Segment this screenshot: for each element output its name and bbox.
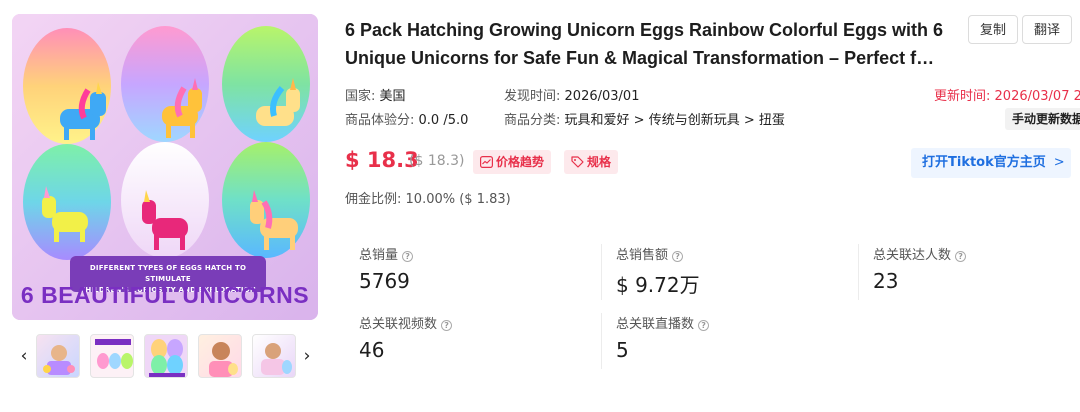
meta-category-label: 商品分类: [504, 113, 561, 128]
chevron-right-icon[interactable]: › [297, 346, 317, 366]
open-tiktok-link[interactable]: 打开Tiktok官方主页 > [911, 148, 1071, 178]
trend-chart-icon [480, 156, 494, 169]
copy-button[interactable]: 复制 [968, 15, 1019, 44]
meta-update-time: 更新时间: 2026/03/07 23 [934, 85, 1080, 104]
product-title: 6 Pack Hatching Growing Unicorn Eggs Rai… [345, 20, 944, 68]
info-circle-icon[interactable]: ? [441, 320, 453, 331]
stat-label-text: 总关联直播数 [616, 317, 695, 332]
commission-label: 佣金比例: [345, 192, 402, 207]
stat-total-lives: 总关联直播数? 5 [616, 313, 710, 362]
thumbnail-5[interactable] [252, 334, 296, 378]
meta-score-label: 商品体验分: [345, 113, 415, 128]
stat-label-text: 总销售额 [616, 248, 669, 263]
thumbnail-image [149, 339, 185, 377]
stat-total-revenue: 总销售额? $ 9.72万 [616, 244, 700, 298]
meta-score: 商品体验分: 0.0 /5.0 [345, 109, 468, 128]
thumbnail-4[interactable] [198, 334, 242, 378]
meta-discover-time: 发现时间: 2026/03/01 [504, 85, 639, 104]
meta-update-value: 2026/03/07 23 [994, 89, 1080, 104]
meta-country: 国家: 美国 [345, 85, 406, 104]
stat-value: $ 9.72万 [616, 273, 700, 297]
thumbnail-image [43, 345, 75, 375]
stat-label: 总关联视频数? [359, 313, 453, 332]
meta-country-value: 美国 [379, 89, 406, 104]
original-price: ($ 18.3) [409, 153, 465, 169]
thumbnail-1[interactable] [36, 334, 80, 378]
meta-score-value: 0.0 /5.0 [418, 113, 469, 128]
stat-label: 总销售额? [616, 244, 700, 263]
spec-tag[interactable]: 规格 [564, 150, 619, 174]
manual-update-button[interactable]: 手动更新数据 [1005, 108, 1080, 130]
stat-total-sales: 总销量? 5769 [359, 244, 414, 293]
thumbnail-strip: ‹ › [12, 334, 318, 380]
stat-label-text: 总关联视频数 [359, 317, 438, 332]
thumbnail-3[interactable] [144, 334, 188, 378]
info-circle-icon[interactable]: ? [698, 320, 710, 331]
commission-rate: 佣金比例: 10.00% ($ 1.83) [345, 188, 511, 207]
thumbnail-image [95, 339, 133, 369]
stat-label-text: 总关联达人数 [873, 248, 952, 263]
stat-divider [601, 313, 602, 369]
info-circle-icon[interactable]: ? [672, 251, 684, 262]
chevron-right-icon: > [1053, 155, 1065, 170]
meta-category-value: 玩具和爱好 > 传统与创新玩具 > 扭蛋 [564, 113, 785, 128]
thumbnail-image [209, 342, 238, 377]
info-circle-icon[interactable]: ? [402, 251, 414, 262]
thumbnail-image [261, 343, 292, 375]
meta-country-label: 国家: [345, 89, 376, 104]
stat-total-creators: 总关联达人数? 23 [873, 244, 967, 293]
stat-value: 46 [359, 338, 385, 362]
thumbnail-2[interactable] [90, 334, 134, 378]
spec-label: 规格 [587, 155, 612, 169]
stat-value: 5 [616, 338, 629, 362]
meta-category: 商品分类: 玩具和爱好 > 传统与创新玩具 > 扭蛋 [504, 109, 785, 128]
price-trend-tag[interactable]: 价格趋势 [473, 150, 552, 174]
chevron-left-icon[interactable]: ‹ [14, 346, 34, 366]
info-circle-icon[interactable]: ? [955, 251, 967, 262]
meta-discover-label: 发现时间: [504, 89, 561, 104]
meta-update-label: 更新时间: [934, 89, 991, 104]
stat-label-text: 总销量 [359, 248, 399, 263]
image-big-title: 6 BEAUTIFUL UNICORNS [20, 282, 310, 308]
stat-value: 23 [873, 269, 899, 293]
price-trend-label: 价格趋势 [496, 155, 545, 169]
commission-value: 10.00% ($ 1.83) [405, 192, 511, 207]
stat-divider [858, 244, 859, 300]
stat-total-videos: 总关联视频数? 46 [359, 313, 453, 362]
stat-label: 总销量? [359, 244, 414, 263]
meta-discover-value: 2026/03/01 [564, 89, 640, 104]
stat-label: 总关联直播数? [616, 313, 710, 332]
product-main-image[interactable]: DIFFERENT TYPES OF EGGS HATCH TO STIMULA… [12, 14, 318, 320]
current-price: $ 18.3 [345, 148, 419, 172]
stat-label: 总关联达人数? [873, 244, 967, 263]
stat-divider [601, 244, 602, 300]
tag-icon [571, 156, 584, 168]
stat-value: 5769 [359, 269, 410, 293]
translate-button[interactable]: 翻译 [1022, 15, 1073, 44]
open-tiktok-label: 打开Tiktok官方主页 [922, 155, 1046, 170]
